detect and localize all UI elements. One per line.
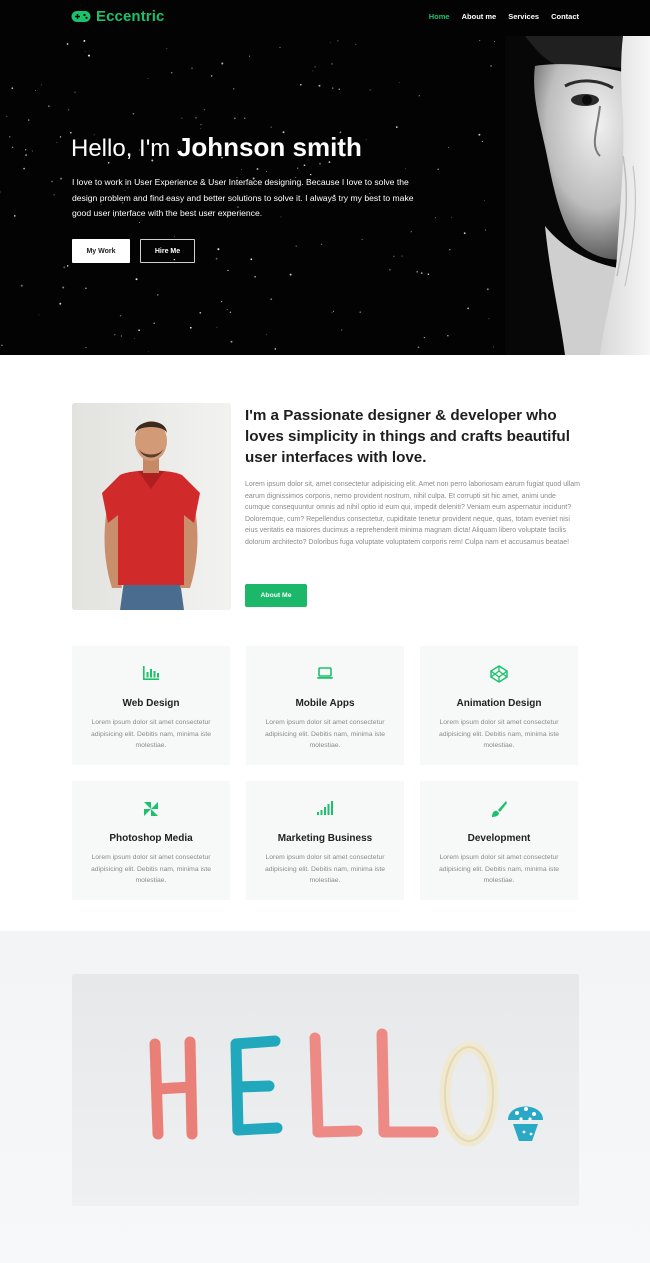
service-card-development[interactable]: Development Lorem ipsum dolor sit amet c… xyxy=(420,781,578,900)
service-card-photoshop-media[interactable]: Photoshop Media Lorem ipsum dolor sit am… xyxy=(72,781,230,900)
nav-item-home[interactable]: Home xyxy=(429,12,450,21)
service-text: Lorem ipsum dolor sit amet consectetur a… xyxy=(438,719,560,750)
service-title: Web Design xyxy=(122,698,180,709)
logo-text: Eccentric xyxy=(96,8,165,25)
codepen-icon xyxy=(490,665,508,683)
top-navbar: Eccentric Home About me Services Contact xyxy=(0,0,650,36)
my-work-button[interactable]: My Work xyxy=(72,239,130,263)
about-me-button[interactable]: About Me xyxy=(245,584,307,607)
logo[interactable]: Eccentric xyxy=(71,8,164,25)
hero-title: Hello, I'm Johnson smith xyxy=(71,132,362,163)
service-text: Lorem ipsum dolor sit amet consectetur a… xyxy=(264,719,386,750)
hire-me-button[interactable]: Hire Me xyxy=(140,239,195,263)
hero-portrait-image xyxy=(505,36,650,355)
service-text: Lorem ipsum dolor sit amet consectetur a… xyxy=(438,854,560,885)
hero-description: I love to work in User Experience & User… xyxy=(72,177,414,218)
hero-name: Johnson smith xyxy=(176,132,362,162)
signal-bars-icon xyxy=(317,801,333,815)
gamepad-logo-icon xyxy=(71,11,91,22)
about-heading: I'm a Passionate designer & developer wh… xyxy=(245,407,570,466)
service-title: Development xyxy=(467,833,531,844)
pinwheel-icon xyxy=(144,802,158,816)
service-title: Marketing Business xyxy=(277,833,373,844)
about-portrait-image xyxy=(72,403,231,610)
hello-banner-image xyxy=(72,974,579,1206)
service-card-animation-design[interactable]: Animation Design Lorem ipsum dolor sit a… xyxy=(420,646,578,765)
service-title: Mobile Apps xyxy=(295,698,355,709)
laptop-icon xyxy=(317,667,333,679)
hero-greeting: Hello, I'm xyxy=(71,135,177,162)
service-text: Lorem ipsum dolor sit amet consectetur a… xyxy=(90,854,212,885)
brush-icon xyxy=(492,801,507,817)
about-text: Lorem ipsum dolor sit, amet consectetur … xyxy=(245,481,580,546)
nav-item-services[interactable]: Services xyxy=(508,12,539,21)
service-title: Animation Design xyxy=(456,698,542,709)
hero-section: Eccentric Home About me Services Contact… xyxy=(0,0,650,355)
service-card-mobile-apps[interactable]: Mobile Apps Lorem ipsum dolor sit amet c… xyxy=(246,646,404,765)
service-text: Lorem ipsum dolor sit amet consectetur a… xyxy=(264,854,386,885)
bar-chart-icon xyxy=(143,666,159,680)
main-nav: Home About me Services Contact xyxy=(429,12,579,21)
nav-item-contact[interactable]: Contact xyxy=(551,12,579,21)
service-text: Lorem ipsum dolor sit amet consectetur a… xyxy=(90,719,212,750)
nav-item-about-me[interactable]: About me xyxy=(462,12,497,21)
service-card-marketing-business[interactable]: Marketing Business Lorem ipsum dolor sit… xyxy=(246,781,404,900)
service-title: Photoshop Media xyxy=(109,833,193,844)
service-card-web-design[interactable]: Web Design Lorem ipsum dolor sit amet co… xyxy=(72,646,230,765)
